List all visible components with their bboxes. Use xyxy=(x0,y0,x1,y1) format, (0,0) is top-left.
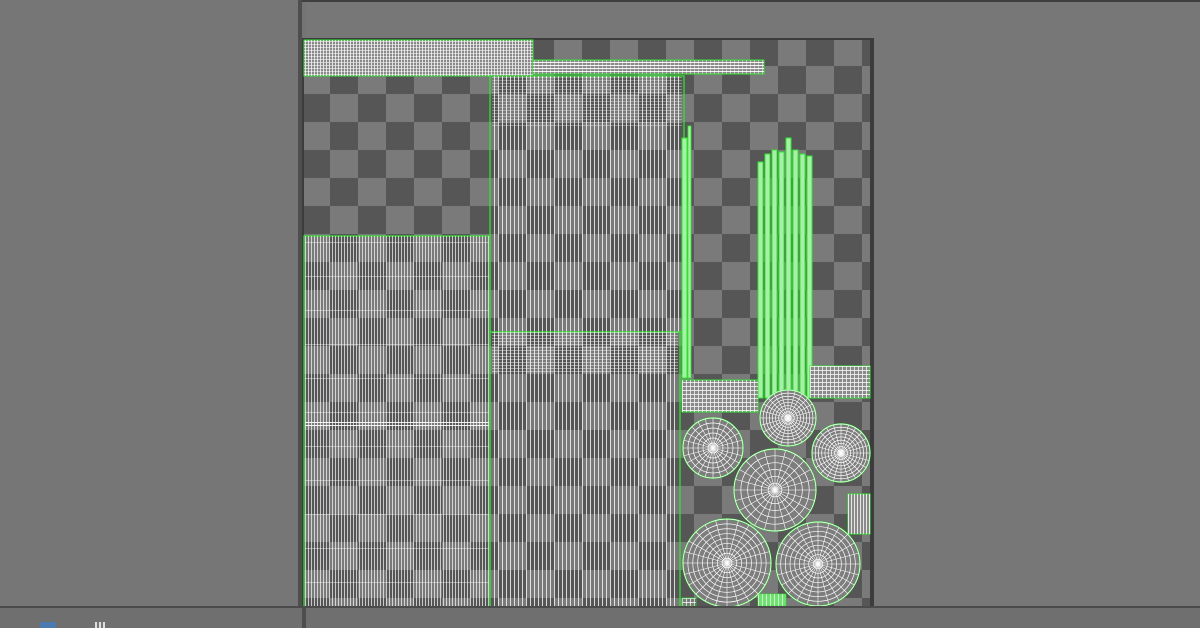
center-bottom-shell[interactable] xyxy=(489,331,681,609)
panel-divider[interactable] xyxy=(302,608,306,628)
panel-toggle-icon[interactable] xyxy=(40,622,56,628)
uv-disc-shell[interactable] xyxy=(775,521,861,607)
uv-disc-shell[interactable] xyxy=(733,448,817,532)
center-tall-shell[interactable] xyxy=(489,75,685,333)
outliner-panel[interactable] xyxy=(0,0,302,606)
grid-icon[interactable] xyxy=(95,622,105,628)
uv-disc-shell[interactable] xyxy=(682,417,744,479)
status-bar xyxy=(0,606,1200,628)
narrow-strip-shells[interactable] xyxy=(681,125,692,379)
left-large-shell[interactable] xyxy=(303,235,491,609)
uv-disc-shell[interactable] xyxy=(811,423,871,483)
top-thin-strip-shell[interactable] xyxy=(532,59,765,75)
uv-disc-shell[interactable] xyxy=(682,518,772,608)
top-strip-shell[interactable] xyxy=(303,39,534,77)
uv-canvas[interactable] xyxy=(302,38,874,610)
uv-disc-shell[interactable] xyxy=(759,389,817,447)
